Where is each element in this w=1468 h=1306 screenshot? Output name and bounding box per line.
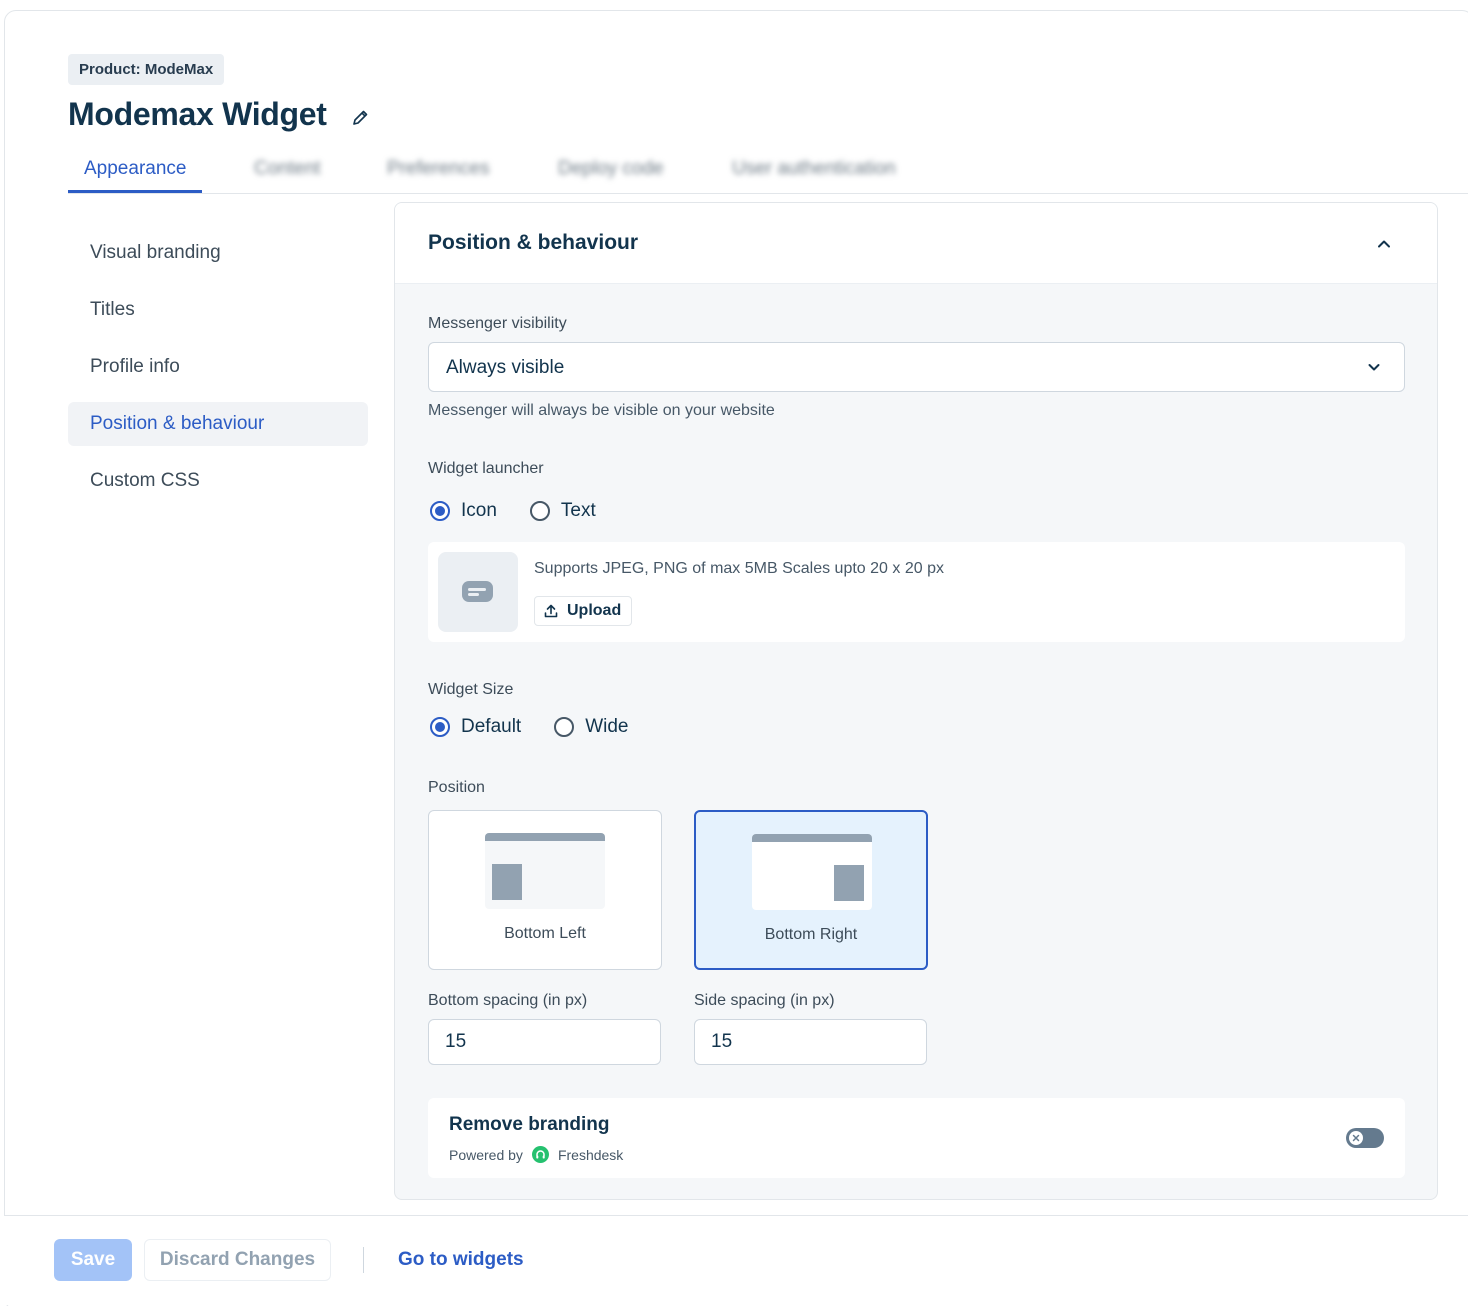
position-card-bottom-right-label: Bottom Right bbox=[764, 926, 858, 943]
upload-hint: Supports JPEG, PNG of max 5MB Scales upt… bbox=[534, 560, 944, 577]
powered-by: Powered by Freshdesk bbox=[449, 1146, 623, 1163]
sidebar-item-titles[interactable]: Titles bbox=[68, 288, 368, 332]
upload-icon bbox=[544, 604, 558, 618]
footer-action-bar: Save Discard Changes Go to widgets bbox=[4, 1215, 1468, 1305]
freshdesk-logo-icon bbox=[531, 1146, 549, 1163]
sidebar-item-visual-branding[interactable]: Visual branding bbox=[68, 231, 368, 275]
chat-bubble-icon bbox=[462, 581, 493, 602]
remove-branding-card: Remove branding Powered by Freshdesk bbox=[428, 1098, 1405, 1178]
messenger-visibility-hint: Messenger will always be visible on your… bbox=[428, 402, 775, 419]
widget-launcher-label: Widget launcher bbox=[428, 460, 544, 477]
position-card-bottom-right[interactable]: Bottom Right bbox=[694, 810, 928, 970]
messenger-visibility-select[interactable]: Always visible bbox=[428, 342, 1405, 392]
tab-deploy-code[interactable]: Deploy code bbox=[558, 150, 664, 193]
position-label: Position bbox=[428, 779, 485, 796]
tab-content[interactable]: Content bbox=[254, 150, 321, 193]
size-radio-wide[interactable]: Wide bbox=[554, 716, 629, 738]
bottom-spacing-label: Bottom spacing (in px) bbox=[428, 992, 588, 1009]
side-spacing-label: Side spacing (in px) bbox=[694, 992, 835, 1009]
launcher-icon-upload: Supports JPEG, PNG of max 5MB Scales upt… bbox=[428, 542, 1405, 642]
upload-button-label: Upload bbox=[567, 602, 622, 619]
go-to-widgets-link[interactable]: Go to widgets bbox=[398, 1249, 524, 1271]
tab-user-authentication[interactable]: User authentication bbox=[732, 150, 896, 193]
tab-bar: Appearance Content Preferences Deploy co… bbox=[68, 150, 1468, 194]
powered-by-label: Powered by bbox=[449, 1146, 523, 1163]
radio-unchecked-icon bbox=[529, 501, 550, 521]
toggle-off-icon bbox=[1349, 1131, 1363, 1145]
save-button[interactable]: Save bbox=[54, 1239, 132, 1281]
side-spacing-input[interactable]: 15 bbox=[694, 1019, 927, 1065]
freshdesk-brand-label: Freshdesk bbox=[557, 1146, 624, 1163]
settings-sidebar: Visual branding Titles Profile info Posi… bbox=[68, 231, 368, 516]
panel-title: Position & behaviour bbox=[428, 231, 639, 254]
tab-appearance[interactable]: Appearance bbox=[68, 150, 203, 193]
launcher-radio-icon[interactable]: Icon bbox=[430, 500, 497, 522]
radio-checked-icon bbox=[430, 717, 450, 737]
chevron-up-icon[interactable] bbox=[1375, 235, 1393, 253]
widget-size-label: Widget Size bbox=[428, 681, 514, 698]
sidebar-item-position-behaviour[interactable]: Position & behaviour bbox=[68, 402, 368, 446]
page-title: Modemax Widget bbox=[68, 96, 327, 132]
bottom-right-preview-icon bbox=[752, 834, 872, 910]
radio-unchecked-icon bbox=[554, 717, 575, 737]
position-card-bottom-left[interactable]: Bottom Left bbox=[428, 810, 662, 970]
pencil-edit-icon[interactable] bbox=[350, 108, 370, 128]
position-behaviour-panel: Position & behaviour Messenger visibilit… bbox=[394, 202, 1438, 1200]
upload-button[interactable]: Upload bbox=[534, 596, 633, 626]
radio-checked-icon bbox=[430, 501, 450, 521]
launcher-radio-text[interactable]: Text bbox=[529, 500, 596, 522]
launcher-radio-text-label: Text bbox=[560, 500, 596, 521]
sidebar-item-profile-info[interactable]: Profile info bbox=[68, 345, 368, 389]
position-card-bottom-left-label: Bottom Left bbox=[504, 925, 586, 942]
tab-preferences[interactable]: Preferences bbox=[387, 150, 489, 193]
remove-branding-toggle[interactable] bbox=[1346, 1128, 1384, 1148]
widget-launcher-radio-group: Icon Text bbox=[430, 500, 629, 522]
size-radio-default-label: Default bbox=[461, 716, 522, 737]
discard-changes-button[interactable]: Discard Changes bbox=[144, 1239, 331, 1281]
chevron-down-icon bbox=[1368, 364, 1380, 371]
product-badge: Product: ModeMax bbox=[68, 54, 225, 85]
bottom-left-preview-icon bbox=[485, 833, 605, 909]
bottom-spacing-input[interactable]: 15 bbox=[428, 1019, 661, 1065]
launcher-radio-icon-label: Icon bbox=[461, 500, 497, 521]
sidebar-item-custom-css[interactable]: Custom CSS bbox=[68, 459, 368, 503]
footer-divider bbox=[363, 1247, 364, 1273]
remove-branding-title: Remove branding bbox=[449, 1114, 610, 1135]
launcher-icon-preview bbox=[438, 552, 518, 632]
panel-header[interactable]: Position & behaviour bbox=[395, 203, 1437, 284]
messenger-visibility-label: Messenger visibility bbox=[428, 315, 567, 332]
size-radio-wide-label: Wide bbox=[585, 716, 629, 737]
size-radio-default[interactable]: Default bbox=[430, 716, 521, 738]
widget-size-radio-group: Default Wide bbox=[430, 716, 662, 738]
messenger-visibility-value: Always visible bbox=[446, 357, 565, 378]
